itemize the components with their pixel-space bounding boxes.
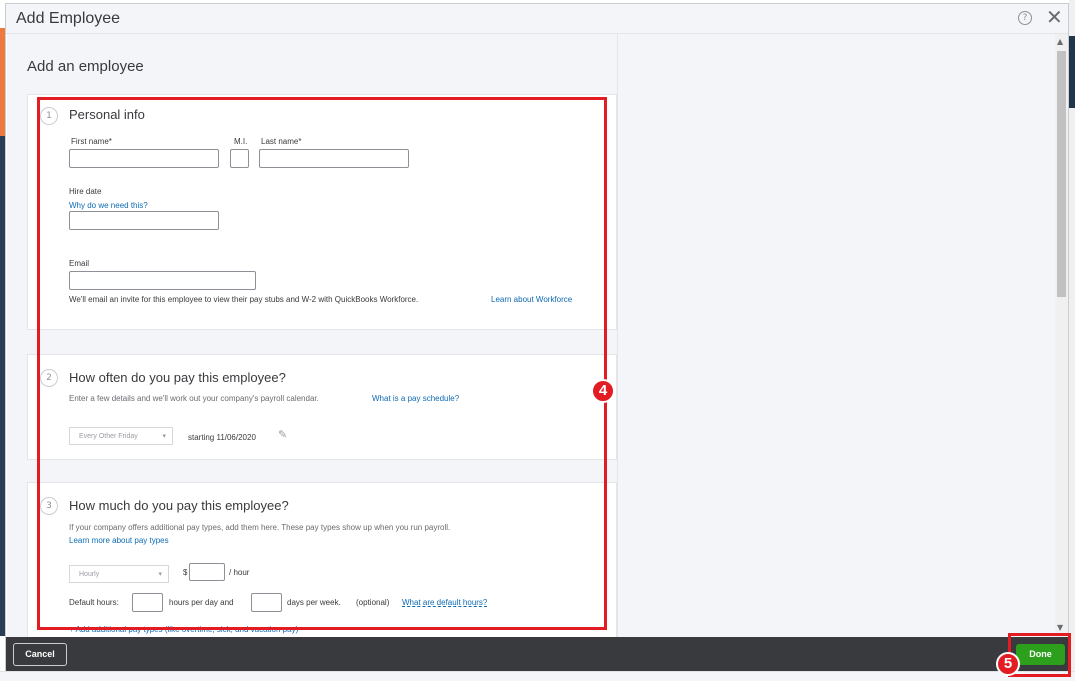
page-heading: Add an employee xyxy=(27,58,144,75)
dialog-footer: Cancel Done xyxy=(6,637,1068,671)
dialog-header: Add Employee ? ✕ xyxy=(6,4,1068,34)
side-panel xyxy=(617,34,1055,637)
annotation-box-4 xyxy=(37,97,607,630)
scroll-up-arrow-icon[interactable]: ▲ xyxy=(1057,37,1063,46)
cancel-button[interactable]: Cancel xyxy=(13,643,67,666)
vertical-scrollbar[interactable]: ▲ ▼ xyxy=(1055,34,1068,637)
annotation-badge-5: 5 xyxy=(996,652,1020,676)
help-circle-icon[interactable]: ? xyxy=(1018,11,1032,25)
scrollbar-thumb[interactable] xyxy=(1057,51,1066,297)
close-icon[interactable]: ✕ xyxy=(1046,7,1063,27)
background-page-bottom xyxy=(0,671,1075,681)
screen: Add Employee ? ✕ Add an employee 1 Perso… xyxy=(0,0,1075,681)
background-navy-header xyxy=(1069,36,1075,108)
scroll-down-arrow-icon[interactable]: ▼ xyxy=(1057,623,1063,632)
annotation-badge-4: 4 xyxy=(591,379,615,403)
dialog-title: Add Employee xyxy=(16,10,121,27)
